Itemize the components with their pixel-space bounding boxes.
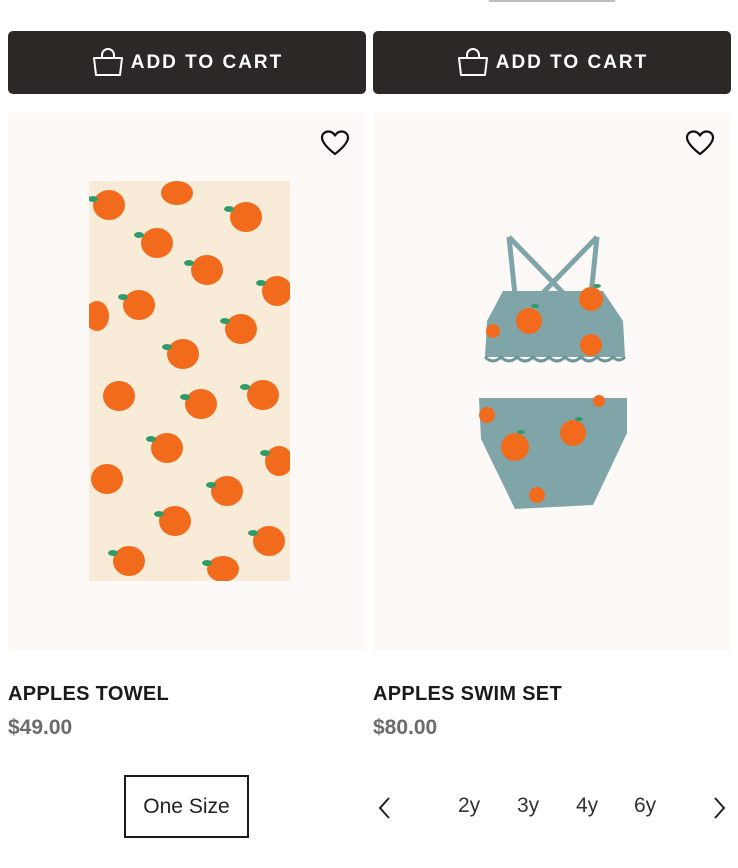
product-name[interactable]: APPLES TOWEL xyxy=(8,683,169,706)
product-price: $49.00 xyxy=(8,716,73,739)
product-price: $80.00 xyxy=(373,716,438,739)
shopping-bag-icon xyxy=(92,47,123,76)
product-card-apples-swim-set: ADD TO CART APPLES SWIM SET $80.00 2y 3y… xyxy=(373,0,731,868)
chevron-left-icon[interactable] xyxy=(375,794,395,822)
add-to-cart-label: ADD TO CART xyxy=(130,51,284,73)
size-option-one-size[interactable]: One Size xyxy=(124,775,249,838)
heart-icon[interactable] xyxy=(685,129,715,157)
size-selector: 2y 3y 4y 6y xyxy=(373,782,731,834)
shopping-bag-icon xyxy=(457,47,488,76)
product-name[interactable]: APPLES SWIM SET xyxy=(373,683,562,706)
swim-set-image xyxy=(479,235,627,509)
product-image[interactable] xyxy=(373,113,731,650)
product-card-apples-towel: ADD TO CART APPLES TOWEL $49.00 One Size xyxy=(8,0,366,868)
product-image[interactable] xyxy=(8,113,366,650)
towel-image xyxy=(89,181,290,581)
chevron-right-icon[interactable] xyxy=(709,794,729,822)
size-option-4y[interactable]: 4y xyxy=(576,794,598,818)
size-option-2y[interactable]: 2y xyxy=(458,794,480,818)
size-option-3y[interactable]: 3y xyxy=(517,794,539,818)
add-to-cart-label: ADD TO CART xyxy=(495,51,649,73)
size-option-6y[interactable]: 6y xyxy=(634,794,656,818)
add-to-cart-button[interactable]: ADD TO CART xyxy=(373,31,731,94)
heart-icon[interactable] xyxy=(320,129,350,157)
add-to-cart-button[interactable]: ADD TO CART xyxy=(8,31,366,94)
